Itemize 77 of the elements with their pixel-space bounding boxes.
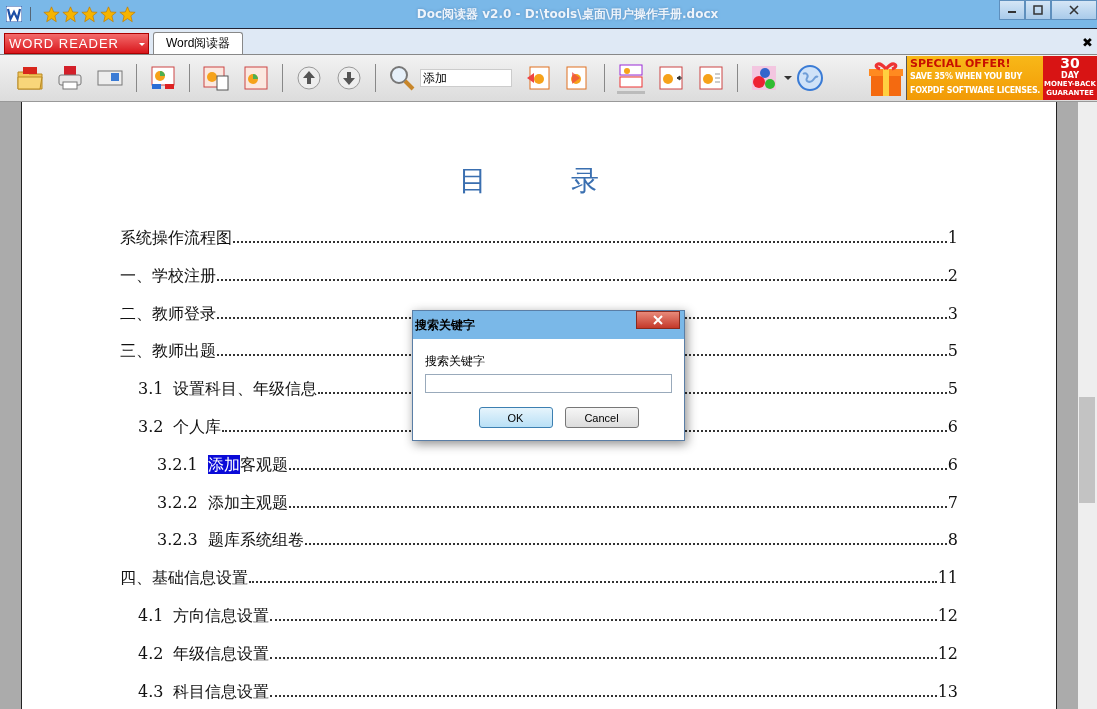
maximize-button[interactable] bbox=[1025, 0, 1051, 20]
minimize-button[interactable] bbox=[999, 0, 1025, 20]
star-icon bbox=[62, 5, 79, 23]
star-icon bbox=[100, 5, 117, 23]
two-pages-icon[interactable] bbox=[617, 62, 645, 94]
toc-entry-title[interactable]: 科目信息设置 bbox=[173, 681, 270, 703]
toc-page-number: 5 bbox=[947, 379, 958, 399]
toc-page-number: 7 bbox=[947, 492, 958, 512]
toc-page-number: 2 bbox=[947, 265, 958, 285]
toc-page-number: 8 bbox=[947, 530, 958, 550]
toc-page-number: 6 bbox=[947, 454, 958, 474]
page-width-icon[interactable] bbox=[657, 64, 685, 92]
ad-day-label: DAY bbox=[1061, 71, 1079, 80]
toc-number: 4.1 bbox=[138, 605, 164, 625]
toc-entry-title[interactable]: 题库系统组卷 bbox=[207, 530, 304, 552]
toc-entry-title[interactable]: 三、教师出题 bbox=[120, 341, 216, 363]
globe-icon[interactable] bbox=[796, 64, 824, 92]
ok-button[interactable]: OK bbox=[478, 407, 553, 428]
chart-page-icon[interactable] bbox=[242, 64, 270, 92]
keyword-input-field[interactable] bbox=[425, 374, 672, 393]
toc-entry-title[interactable]: 一、学校注册 bbox=[120, 265, 216, 287]
single-page-icon[interactable] bbox=[697, 64, 725, 92]
printer-icon[interactable] bbox=[56, 64, 84, 92]
toc-entry-title[interactable]: 二、教师登录 bbox=[120, 303, 216, 325]
app-menu-button[interactable]: WORD READER bbox=[4, 33, 149, 54]
toc-page-number: 3 bbox=[947, 303, 958, 323]
glasses-chart-icon[interactable] bbox=[149, 64, 177, 92]
toc-number: 4.2 bbox=[138, 643, 164, 663]
toc-page-number: 12 bbox=[937, 605, 958, 625]
star-icon bbox=[43, 5, 60, 23]
close-icon bbox=[1069, 5, 1079, 15]
close-button[interactable] bbox=[1051, 0, 1097, 20]
toc-entry-title[interactable]: 方向信息设置 bbox=[173, 605, 270, 627]
toc-page-number: 5 bbox=[947, 341, 958, 361]
toc-number: 3.1 bbox=[138, 379, 164, 399]
toc-page-number: 12 bbox=[937, 643, 958, 663]
dialog-title: 搜索关键字 bbox=[415, 316, 475, 334]
maximize-icon bbox=[1033, 5, 1043, 15]
toc-number: 4.3 bbox=[138, 681, 164, 701]
close-tab-button[interactable]: ✖ bbox=[1078, 35, 1097, 54]
toc-page-number: 6 bbox=[947, 417, 958, 436]
search-icon[interactable] bbox=[388, 64, 416, 92]
close-icon bbox=[653, 315, 663, 325]
toc-entry-title[interactable]: 个人库 bbox=[173, 417, 222, 438]
toc-entry-title[interactable]: 添加客观题 bbox=[207, 454, 288, 476]
word-app-icon bbox=[6, 6, 22, 22]
ad-text: FOXPDF SOFTWARE LICENSES. bbox=[910, 85, 1040, 97]
star-icon bbox=[119, 5, 136, 23]
field-label: 搜索关键字 bbox=[425, 353, 486, 370]
document-tab[interactable]: Word阅读器 bbox=[153, 32, 244, 54]
toc-page-number: 11 bbox=[937, 568, 958, 588]
toc-number: 3.2.3 bbox=[157, 530, 198, 550]
abc-icon[interactable] bbox=[750, 64, 778, 92]
toc-number: 3.2.1 bbox=[157, 454, 198, 474]
toc-page-number: 1 bbox=[947, 228, 958, 247]
toc-entry-title[interactable]: 年级信息设置 bbox=[173, 643, 270, 665]
folder-icon[interactable] bbox=[16, 64, 44, 92]
window-title: Doc阅读器 v2.0 - D:\tools\桌面\用户操作手册.docx bbox=[415, 5, 720, 23]
toc-number: 3.2 bbox=[138, 417, 164, 436]
toc-entry-title[interactable]: 四、基础信息设置 bbox=[120, 568, 248, 590]
toc-number: 3.2.2 bbox=[157, 492, 198, 512]
scroll-thumb[interactable] bbox=[1079, 397, 1095, 503]
ad-days: 30 bbox=[1060, 56, 1080, 71]
star-rating[interactable] bbox=[43, 5, 136, 23]
search-field[interactable]: 添加 bbox=[420, 69, 512, 87]
toc-page-number: 13 bbox=[937, 681, 958, 701]
toc-entry-title[interactable]: 添加主观题 bbox=[207, 492, 288, 514]
ad-headline: SPECIAL OFFER! bbox=[910, 57, 1012, 70]
toc-entry-title[interactable]: 系统操作流程图 bbox=[120, 228, 232, 249]
star-icon bbox=[81, 5, 98, 23]
ad-text: SAVE 35% WHEN YOU BUY bbox=[910, 71, 1023, 83]
cancel-button[interactable]: Cancel bbox=[564, 407, 639, 428]
toc-entry-title[interactable]: 设置科目、年级信息 bbox=[173, 379, 318, 401]
clipboard-chart-icon[interactable] bbox=[202, 64, 230, 92]
vertical-scrollbar[interactable] bbox=[1078, 102, 1097, 709]
toc-heading: 目 录 bbox=[458, 163, 600, 199]
close-button[interactable] bbox=[636, 311, 680, 329]
